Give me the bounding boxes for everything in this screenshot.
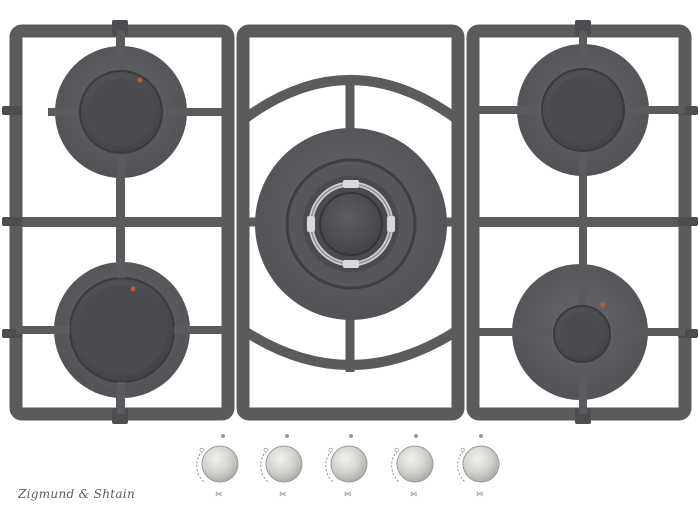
gas-hob-illustration: ⚲ ⋈ ⚲ ⋈ ⚲ ⋈ ⚲ ⋈ ⚲ ⋈ bbox=[0, 0, 700, 516]
svg-text:⋈: ⋈ bbox=[344, 490, 351, 498]
svg-text:⚲: ⚲ bbox=[394, 447, 399, 455]
svg-text:⚲: ⚲ bbox=[199, 447, 204, 455]
svg-text:⚲: ⚲ bbox=[328, 447, 333, 455]
svg-text:⚲: ⚲ bbox=[460, 447, 465, 455]
svg-text:⋈: ⋈ bbox=[476, 490, 483, 498]
svg-text:⚲: ⚲ bbox=[263, 447, 268, 455]
brand-logo: Zigmund & Shtain bbox=[18, 487, 135, 501]
svg-text:⋈: ⋈ bbox=[215, 490, 222, 498]
center-wok-burner bbox=[255, 128, 447, 320]
svg-text:⋈: ⋈ bbox=[410, 490, 417, 498]
svg-text:⋈: ⋈ bbox=[279, 490, 286, 498]
